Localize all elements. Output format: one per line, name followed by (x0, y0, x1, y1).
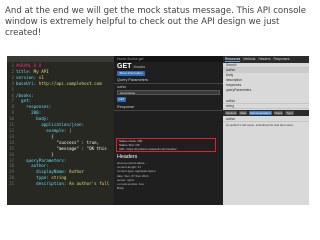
method-path: /books (133, 64, 146, 69)
method-name: GET (117, 63, 132, 70)
headers-title: Headers (117, 154, 138, 160)
get-send-button[interactable]: GET (117, 97, 126, 102)
code-text: 200: (31, 110, 42, 116)
chip-documentation[interactable]: Documentation (249, 111, 272, 115)
raml-editor[interactable]: 1 #%RAML 0.8 2 title: My API 3 version: v1 4 ba… (7, 56, 114, 205)
code-text: #%RAML 0.8 (16, 63, 42, 68)
code-text: { (16, 133, 54, 139)
tab-methods[interactable]: Methods (243, 57, 255, 62)
code-text: } (16, 151, 54, 157)
code-line: 21 description: An author's full (8, 181, 114, 187)
code-text: get: (21, 98, 32, 104)
response-line: URL: https://mocksvc.mulesoft.com/mocks/… (119, 147, 179, 151)
shelf-panel: Resources Methods Headers Responses Sear… (223, 56, 309, 205)
tab-headers[interactable]: Headers (258, 57, 270, 62)
code-text: title: My API (16, 68, 49, 74)
api-designer-screenshot: 1 #%RAML 0.8 2 title: My API 3 version: v1 4 ba… (7, 56, 309, 205)
code-text: "success" : true, (16, 139, 100, 145)
author-input[interactable]: anna Rowe (117, 90, 220, 95)
code-text: displayName: Author (36, 169, 85, 175)
code-line: 4 baseUri: http://api.samplehost.com (8, 81, 114, 87)
method-header: GET/books (114, 62, 223, 70)
code-text: "message" : "OK this (16, 145, 107, 151)
code-text: baseUri: http://api.samplehost.com (16, 80, 102, 86)
chip-options[interactable]: Options (225, 111, 238, 115)
headers-list: access-control-allow-... content-length:… (117, 161, 217, 190)
header-line: Body (117, 186, 124, 191)
tab-resources[interactable]: Resources (225, 57, 241, 62)
slide-caption: And at the end we will get the mock stat… (5, 6, 307, 38)
code-text: body: (36, 116, 49, 122)
response-highlight-box: Status Code: 200 Status Text: OK URL: ht… (116, 138, 216, 152)
code-text: example: | (46, 127, 72, 133)
code-text: application/json: (41, 122, 85, 128)
field-type: string (223, 104, 309, 109)
shelf-tabs: Resources Methods Headers Responses (223, 56, 309, 63)
code-text: queryParameters: (26, 157, 67, 163)
line-number: 21 (8, 181, 14, 187)
doc-toolbar: Options Raw Documentation Notes Type (223, 110, 309, 116)
tab-responses[interactable]: Responses (274, 57, 290, 62)
code-text: responses: (26, 104, 52, 110)
api-console: Home /books get GET/books Show Informati… (114, 56, 223, 205)
chip-raw[interactable]: Raw (239, 111, 248, 115)
show-information-button[interactable]: Show Information (117, 71, 145, 76)
response-heading: Response (114, 104, 223, 111)
field-description: An author's full name, including first a… (226, 123, 294, 127)
chip-type[interactable]: Type (285, 111, 294, 115)
code-area[interactable]: 1 #%RAML 0.8 2 title: My API 3 version: v1 4 ba… (7, 62, 114, 187)
code-text: /books: (16, 92, 34, 98)
code-text: version: v1 (16, 74, 44, 80)
author-label: author (117, 85, 127, 89)
code-text: type: string (36, 175, 67, 181)
chip-notes[interactable]: Notes (273, 111, 284, 115)
shelf-item[interactable]: queryParameters (223, 88, 309, 93)
code-text: author: (31, 163, 49, 169)
query-parameters-heading: Query Parameters (114, 77, 223, 84)
code-text: description: An author's full (36, 181, 110, 187)
